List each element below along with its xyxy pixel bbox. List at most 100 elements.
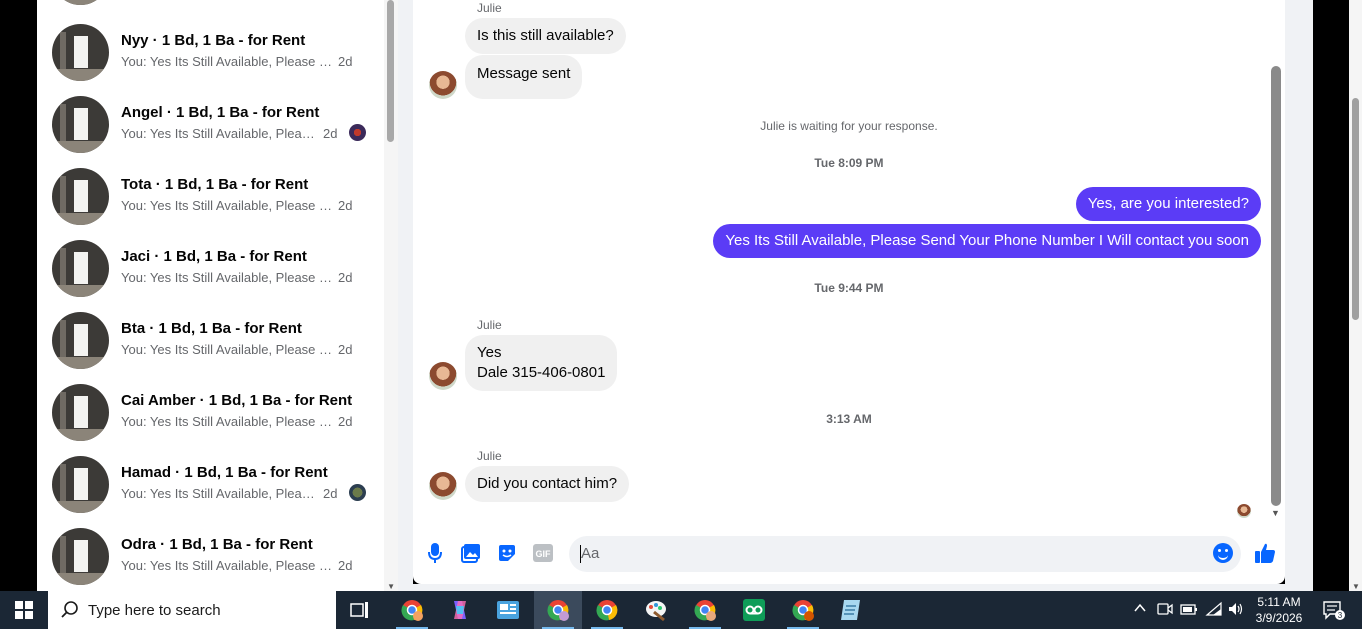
message-bubble[interactable]: Message sent	[465, 55, 583, 99]
system-clock[interactable]: 5:11 AM 3/9/2026	[1248, 594, 1310, 626]
timestamp: Tue 9:44 PM	[814, 281, 884, 295]
copilot-icon[interactable]	[436, 591, 484, 629]
notepad-icon[interactable]	[827, 591, 875, 629]
avatar	[52, 240, 109, 297]
conversation-name: Tota · 1 Bd, 1 Ba - for Rent	[121, 176, 309, 193]
microphone-icon[interactable]	[424, 542, 446, 564]
list-item[interactable]: Angel · 1 Bd, 1 Ba - for Rent You: Yes I…	[37, 88, 382, 160]
sender-name: Julie	[477, 318, 502, 332]
gif-label: GIF	[536, 549, 552, 559]
read-receipt-avatar	[1237, 504, 1251, 518]
conversation-time: 2d	[338, 414, 353, 429]
conversation-list[interactable]: Nyy · 1 Bd, 1 Ba - for Rent You: Yes Its…	[37, 0, 398, 591]
taskbar-search[interactable]: Type here to search	[48, 591, 336, 629]
list-item[interactable]: Cai Amber · 1 Bd, 1 Ba - for Rent You: Y…	[37, 376, 382, 448]
volume-icon[interactable]	[1227, 601, 1245, 619]
chrome-profile-icon[interactable]	[681, 591, 729, 629]
list-item[interactable]: Hamad · 1 Bd, 1 Ba - for Rent You: Yes I…	[37, 448, 382, 520]
conversation-preview: You: Yes Its Still Available, Please Se.…	[121, 414, 333, 429]
list-item[interactable]	[37, 0, 382, 12]
seen-avatar	[349, 124, 366, 141]
message-input[interactable]: Aa	[569, 536, 1241, 572]
waiting-notice: Julie is waiting for your response.	[760, 119, 938, 133]
windows-start-icon[interactable]	[0, 591, 48, 629]
conversation-name: Odra · 1 Bd, 1 Ba - for Rent	[121, 536, 313, 553]
conversation-time: 2d	[338, 342, 353, 357]
notification-center-icon[interactable]: 3	[1322, 600, 1346, 620]
avatar[interactable]	[429, 362, 457, 390]
avatar	[52, 168, 109, 225]
conversation-name: Cai Amber · 1 Bd, 1 Ba - for Rent	[121, 392, 353, 409]
photo-icon[interactable]	[460, 542, 482, 564]
thumbs-up-icon[interactable]	[1253, 541, 1277, 565]
page-scrollbar-thumb[interactable]	[1352, 98, 1359, 320]
message-bubble-outgoing[interactable]: Yes, are you interested?	[1075, 187, 1261, 221]
battery-icon[interactable]	[1180, 601, 1198, 619]
emoji-icon[interactable]	[1213, 543, 1233, 563]
page-scrollbar[interactable]: ▼	[1349, 0, 1362, 591]
conversation-time: 2d	[323, 486, 338, 501]
conversation-preview: You: Yes Its Still Available, Please...	[121, 486, 321, 501]
avatar[interactable]	[429, 472, 457, 500]
screen: Nyy · 1 Bd, 1 Ba - for Rent You: Yes Its…	[0, 0, 1362, 629]
avatar	[52, 384, 109, 441]
meet-now-icon[interactable]	[1156, 601, 1174, 619]
sender-name: Julie	[477, 449, 502, 463]
conversation-time: 2d	[338, 558, 353, 573]
message-bubble-outgoing[interactable]: Yes Its Still Available, Please Send You…	[713, 224, 1261, 258]
list-item[interactable]: Nyy · 1 Bd, 1 Ba - for Rent You: Yes Its…	[37, 16, 382, 88]
scroll-down-arrow-icon[interactable]: ▼	[1271, 508, 1280, 518]
message-bubble[interactable]: Did you contact him?	[465, 466, 630, 502]
list-scrollbar-thumb[interactable]	[387, 0, 394, 142]
message-line: Dale 315-406-0801	[477, 364, 606, 381]
conversation-preview: You: Yes Its Still Available, Please...	[121, 126, 321, 141]
news-app-icon[interactable]	[484, 591, 532, 629]
conversation-time: 2d	[338, 198, 353, 213]
chrome-profile-icon[interactable]	[779, 591, 827, 629]
notification-count: 3	[1338, 611, 1343, 620]
voice-app-icon[interactable]	[730, 591, 778, 629]
conversation-preview: You: Yes Its Still Available, Please Se.…	[121, 270, 333, 285]
chat-scrollbar-thumb[interactable]	[1271, 66, 1281, 506]
avatar	[52, 0, 109, 5]
avatar	[52, 312, 109, 369]
background	[1285, 0, 1313, 591]
list-item[interactable]: Bta · 1 Bd, 1 Ba - for Rent You: Yes Its…	[37, 304, 382, 376]
paint-app-icon[interactable]	[632, 591, 680, 629]
scroll-down-arrow-icon[interactable]: ▼	[387, 582, 395, 591]
task-view-icon[interactable]	[336, 591, 384, 629]
background	[1313, 0, 1349, 591]
list-item[interactable]: Jaci · 1 Bd, 1 Ba - for Rent You: Yes It…	[37, 232, 382, 304]
conversation-preview: You: Yes Its Still Available, Please Se.…	[121, 54, 333, 69]
timestamp: Tue 8:09 PM	[814, 156, 884, 170]
message-line: Yes	[477, 344, 502, 361]
conversation-name: Angel · 1 Bd, 1 Ba - for Rent	[121, 104, 320, 121]
wifi-icon[interactable]	[1205, 601, 1223, 619]
message-bubble[interactable]: Is this still available?	[465, 18, 626, 54]
conversation-name: Nyy · 1 Bd, 1 Ba - for Rent	[121, 32, 306, 49]
timestamp: 3:13 AM	[826, 412, 872, 426]
search-placeholder: Type here to search	[88, 602, 221, 619]
list-item[interactable]: Odra · 1 Bd, 1 Ba - for Rent You: Yes It…	[37, 520, 382, 591]
conversation-preview: You: Yes Its Still Available, Please Se.…	[121, 198, 333, 213]
conversation-preview: You: Yes Its Still Available, Please Se.…	[121, 342, 333, 357]
chat-panel: Julie Is this still available? Message s…	[413, 0, 1285, 584]
list-scrollbar[interactable]: ▼	[384, 0, 398, 591]
conversation-time: 2d	[323, 126, 338, 141]
scroll-down-arrow-icon[interactable]: ▼	[1352, 582, 1360, 591]
list-item[interactable]: Tota · 1 Bd, 1 Ba - for Rent You: Yes It…	[37, 160, 382, 232]
search-icon	[61, 601, 78, 618]
message-bubble[interactable]: Yes Dale 315-406-0801	[465, 335, 618, 391]
taskbar: Type here to search 5:11 AM 3/9/2026 3	[0, 591, 1362, 629]
clock-time: 5:11 AM	[1257, 595, 1301, 609]
chrome-messenger-icon[interactable]	[534, 591, 582, 629]
avatar[interactable]	[429, 71, 457, 99]
avatar	[52, 24, 109, 81]
message-input-placeholder: Aa	[581, 545, 600, 562]
conversation-name: Bta · 1 Bd, 1 Ba - for Rent	[121, 320, 302, 337]
chevron-up-icon[interactable]	[1131, 601, 1149, 619]
chrome-icon[interactable]	[583, 591, 631, 629]
gif-icon[interactable]: GIF	[532, 542, 554, 564]
sticker-icon[interactable]	[496, 542, 518, 564]
chrome-profile-icon[interactable]	[388, 591, 436, 629]
